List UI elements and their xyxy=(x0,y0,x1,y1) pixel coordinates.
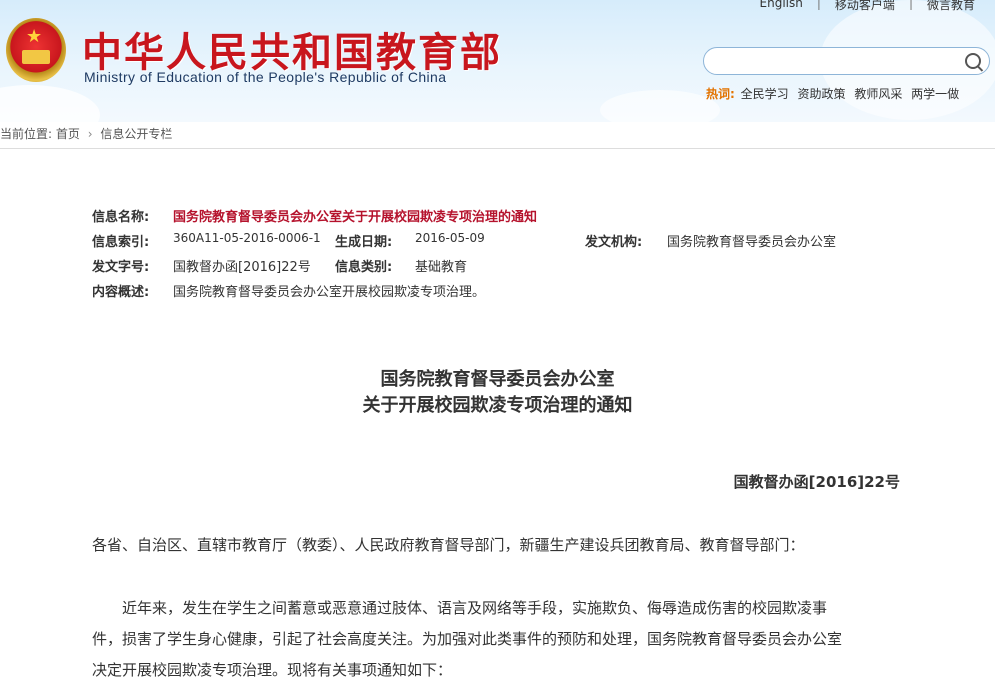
category-label: 信息类别: xyxy=(335,260,393,275)
document-title-line2: 关于开展校园欺凌专项治理的通知 xyxy=(362,395,633,416)
breadcrumb: 当前位置: 首页 › 信息公开专栏 xyxy=(0,125,172,142)
paragraph-line: 件，损害了学生身心健康，引起了社会高度关注。为加强对此类事件的预防和处理，国务院… xyxy=(92,630,843,648)
date-value: 2016-05-09 xyxy=(415,231,485,245)
top-links: English | 移动客户端 | 微言教育 xyxy=(760,0,975,13)
hot-word-link[interactable]: 两学一做 xyxy=(911,87,959,101)
site-header: ★ 中华人民共和国教育部 Ministry of Education of th… xyxy=(0,0,995,122)
date-label: 生成日期: xyxy=(335,235,393,250)
breadcrumb-home-link[interactable]: 首页 xyxy=(56,127,80,141)
document-title-line1: 国务院教育督导委员会办公室 xyxy=(380,369,615,390)
chevron-right-icon: › xyxy=(87,127,93,141)
breadcrumb-info-link[interactable]: 信息公开专栏 xyxy=(100,127,172,141)
info-name-value: 国务院教育督导委员会办公室关于开展校园欺凌专项治理的通知 xyxy=(173,210,538,225)
hot-word-link[interactable]: 教师风采 xyxy=(854,87,902,101)
hot-word-link[interactable]: 资助政策 xyxy=(797,87,845,101)
org-label: 发文机构: xyxy=(585,235,643,250)
mobile-client-link[interactable]: 移动客户端 xyxy=(835,0,895,13)
paragraph-line: 近年来，发生在学生之间蓄意或恶意通过肢体、语言及网络等手段，实施欺负、侮辱造成伤… xyxy=(92,599,828,617)
star-icon: ★ xyxy=(26,26,43,47)
category-value: 基础教育 xyxy=(415,260,468,275)
hot-words: 热词: 全民学习 资助政策 教师风采 两学一做 xyxy=(706,85,959,102)
salutation: 各省、自治区、直辖市教育厅（教委）、人民政府教育督导部门，新疆生产建设兵团教育局… xyxy=(92,536,805,554)
breadcrumb-prefix: 当前位置: xyxy=(0,127,53,141)
summary-value: 国务院教育督导委员会办公室开展校园欺凌专项治理。 xyxy=(173,285,486,300)
document-number: 国教督办函[2016]22号 xyxy=(733,473,900,491)
paragraph-line: 决定开展校园欺凌专项治理。现将有关事项通知如下： xyxy=(92,661,453,679)
search-box xyxy=(703,47,990,75)
tiananmen-icon xyxy=(22,50,50,64)
org-value: 国务院教育督导委员会办公室 xyxy=(667,235,837,250)
english-link[interactable]: English xyxy=(760,0,803,13)
info-name-label: 信息名称: xyxy=(92,210,150,225)
docno-label: 发文字号: xyxy=(92,260,150,275)
info-index-value: 360A11-05-2016-0006-1 xyxy=(173,231,321,245)
info-index-label: 信息索引: xyxy=(92,235,150,250)
divider: | xyxy=(908,0,913,10)
hot-word-link[interactable]: 全民学习 xyxy=(741,87,789,101)
search-icon[interactable] xyxy=(965,53,981,69)
docno-value: 国教督办函[2016]22号 xyxy=(173,260,311,275)
national-emblem-logo[interactable]: ★ xyxy=(6,18,66,82)
site-subtitle: Ministry of Education of the People's Re… xyxy=(84,69,447,85)
search-input[interactable] xyxy=(716,49,960,75)
weiyan-link[interactable]: 微言教育 xyxy=(927,0,975,13)
divider: | xyxy=(816,0,821,10)
hot-words-label: 热词: xyxy=(706,87,735,101)
summary-label: 内容概述: xyxy=(92,285,150,300)
